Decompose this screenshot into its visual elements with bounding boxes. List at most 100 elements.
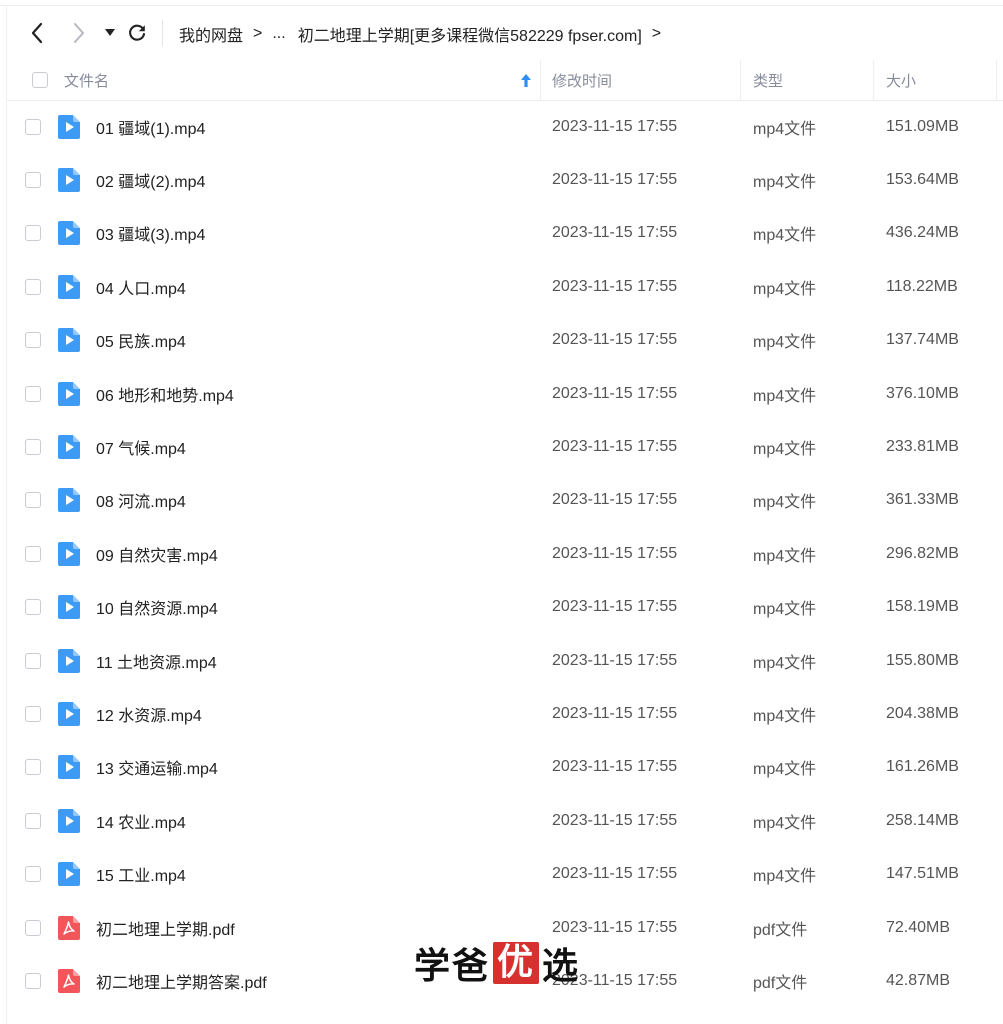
file-size: 258.14MB: [886, 811, 959, 829]
column-name-header[interactable]: 文件名: [64, 60, 109, 100]
video-file-icon: [58, 168, 80, 193]
file-modified-time: 2023-11-15 17:55: [552, 811, 678, 829]
row-checkbox[interactable]: [25, 759, 41, 776]
row-checkbox[interactable]: [25, 118, 41, 135]
row-checkbox[interactable]: [25, 545, 41, 562]
row-checkbox[interactable]: [25, 705, 41, 722]
file-size: 361.33MB: [886, 491, 959, 509]
file-row[interactable]: 09 自然灾害.mp4 2023-11-15 17:55 mp4文件 296.8…: [7, 527, 1003, 580]
file-row[interactable]: 03 疆域(3).mp4 2023-11-15 17:55 mp4文件 436.…: [7, 207, 1003, 260]
column-size-label: 大小: [886, 72, 917, 90]
file-name[interactable]: 01 疆域(1).mp4: [96, 100, 205, 153]
file-icon-wrap: [58, 527, 80, 580]
file-size: 161.26MB: [886, 758, 959, 776]
row-checkbox[interactable]: [25, 439, 41, 456]
row-checkbox[interactable]: [25, 225, 41, 242]
forward-button[interactable]: [66, 20, 92, 46]
file-row[interactable]: 02 疆域(2).mp4 2023-11-15 17:55 mp4文件 153.…: [7, 153, 1003, 206]
column-divider: [996, 60, 997, 100]
row-checkbox[interactable]: [25, 385, 41, 402]
file-row[interactable]: 13 交通运输.mp4 2023-11-15 17:55 mp4文件 161.2…: [7, 741, 1003, 794]
nav-divider: [162, 20, 163, 46]
breadcrumb-ellipsis[interactable]: ...: [272, 25, 285, 43]
row-checkbox[interactable]: [25, 599, 41, 616]
file-row[interactable]: 12 水资源.mp4 2023-11-15 17:55 mp4文件 204.38…: [7, 687, 1003, 740]
video-file-icon: [58, 328, 80, 353]
file-name[interactable]: 初二地理上学期.pdf: [96, 901, 235, 954]
video-file-icon: [58, 701, 80, 726]
row-checkbox[interactable]: [25, 332, 41, 349]
file-row[interactable]: 05 民族.mp4 2023-11-15 17:55 mp4文件 137.74M…: [7, 314, 1003, 367]
file-row[interactable]: 11 土地资源.mp4 2023-11-15 17:55 mp4文件 155.8…: [7, 634, 1003, 687]
file-modified-time: 2023-11-15 17:55: [552, 598, 678, 616]
video-file-icon: [58, 755, 80, 780]
file-type: mp4文件: [753, 387, 817, 405]
file-name[interactable]: 07 气候.mp4: [96, 420, 186, 473]
file-icon-wrap: [58, 153, 80, 206]
file-row[interactable]: 04 人口.mp4 2023-11-15 17:55 mp4文件 118.22M…: [7, 260, 1003, 313]
video-file-icon: [58, 381, 80, 406]
file-name[interactable]: 04 人口.mp4: [96, 260, 186, 313]
file-name[interactable]: 14 农业.mp4: [96, 794, 186, 847]
file-modified-time: 2023-11-15 17:55: [552, 544, 678, 562]
file-size: 233.81MB: [886, 438, 959, 456]
file-row[interactable]: 07 气候.mp4 2023-11-15 17:55 mp4文件 233.81M…: [7, 420, 1003, 473]
file-size: 151.09MB: [886, 117, 959, 135]
row-checkbox[interactable]: [25, 652, 41, 669]
file-name[interactable]: 13 交通运输.mp4: [96, 741, 218, 794]
file-name[interactable]: 05 民族.mp4: [96, 314, 186, 367]
refresh-button[interactable]: [124, 20, 150, 46]
row-checkbox[interactable]: [25, 278, 41, 295]
file-row[interactable]: 06 地形和地势.mp4 2023-11-15 17:55 mp4文件 376.…: [7, 367, 1003, 420]
file-size: 137.74MB: [886, 331, 959, 349]
file-name[interactable]: 09 自然灾害.mp4: [96, 527, 218, 580]
select-all-checkbox[interactable]: [32, 72, 48, 88]
row-checkbox[interactable]: [25, 172, 41, 189]
file-size: 153.64MB: [886, 171, 959, 189]
file-type: mp4文件: [753, 601, 817, 619]
column-modified-header[interactable]: 修改时间: [552, 60, 612, 100]
sort-ascending-button[interactable]: [521, 60, 531, 100]
file-icon-wrap: [58, 634, 80, 687]
history-dropdown-button[interactable]: [97, 20, 123, 46]
breadcrumb: 我的网盘 > ... 初二地理上学期[更多课程微信582229 fpser.co…: [179, 22, 671, 46]
file-type: mp4文件: [753, 814, 817, 832]
file-name[interactable]: 02 疆域(2).mp4: [96, 153, 205, 206]
file-name[interactable]: 15 工业.mp4: [96, 847, 186, 900]
back-button[interactable]: [24, 20, 50, 46]
file-size: 376.10MB: [886, 384, 959, 402]
row-checkbox[interactable]: [25, 972, 41, 989]
file-name[interactable]: 08 河流.mp4: [96, 474, 186, 527]
breadcrumb-current-folder[interactable]: 初二地理上学期[更多课程微信582229 fpser.com]: [298, 22, 642, 46]
file-name[interactable]: 10 自然资源.mp4: [96, 581, 218, 634]
column-size-header[interactable]: 大小: [886, 60, 916, 100]
file-name[interactable]: 初二地理上学期答案.pdf: [96, 954, 267, 1007]
file-icon-wrap: [58, 100, 80, 153]
file-row[interactable]: 01 疆域(1).mp4 2023-11-15 17:55 mp4文件 151.…: [7, 100, 1003, 153]
column-type-header[interactable]: 类型: [753, 60, 783, 100]
file-row[interactable]: 08 河流.mp4 2023-11-15 17:55 mp4文件 361.33M…: [7, 474, 1003, 527]
file-row[interactable]: 14 农业.mp4 2023-11-15 17:55 mp4文件 258.14M…: [7, 794, 1003, 847]
file-row[interactable]: 15 工业.mp4 2023-11-15 17:55 mp4文件 147.51M…: [7, 847, 1003, 900]
row-checkbox[interactable]: [25, 866, 41, 883]
file-size: 42.87MB: [886, 971, 951, 989]
file-modified-time: 2023-11-15 17:55: [552, 865, 678, 883]
row-checkbox[interactable]: [25, 492, 41, 509]
watermark-text: 选: [542, 946, 581, 987]
file-name[interactable]: 03 疆域(3).mp4: [96, 207, 205, 260]
file-type: pdf文件: [753, 974, 808, 992]
file-row[interactable]: 10 自然资源.mp4 2023-11-15 17:55 mp4文件 158.1…: [7, 581, 1003, 634]
file-name[interactable]: 12 水资源.mp4: [96, 687, 202, 740]
file-name[interactable]: 06 地形和地势.mp4: [96, 367, 234, 420]
breadcrumb-root[interactable]: 我的网盘: [179, 22, 243, 46]
file-size: 118.22MB: [886, 277, 958, 295]
file-type: mp4文件: [753, 654, 817, 672]
file-modified-time: 2023-11-15 17:55: [552, 704, 678, 722]
file-type: mp4文件: [753, 280, 817, 298]
file-size: 204.38MB: [886, 704, 959, 722]
file-type: mp4文件: [753, 868, 817, 886]
breadcrumb-separator: >: [651, 25, 662, 42]
row-checkbox[interactable]: [25, 919, 41, 936]
file-name[interactable]: 11 土地资源.mp4: [96, 634, 217, 687]
row-checkbox[interactable]: [25, 812, 41, 829]
